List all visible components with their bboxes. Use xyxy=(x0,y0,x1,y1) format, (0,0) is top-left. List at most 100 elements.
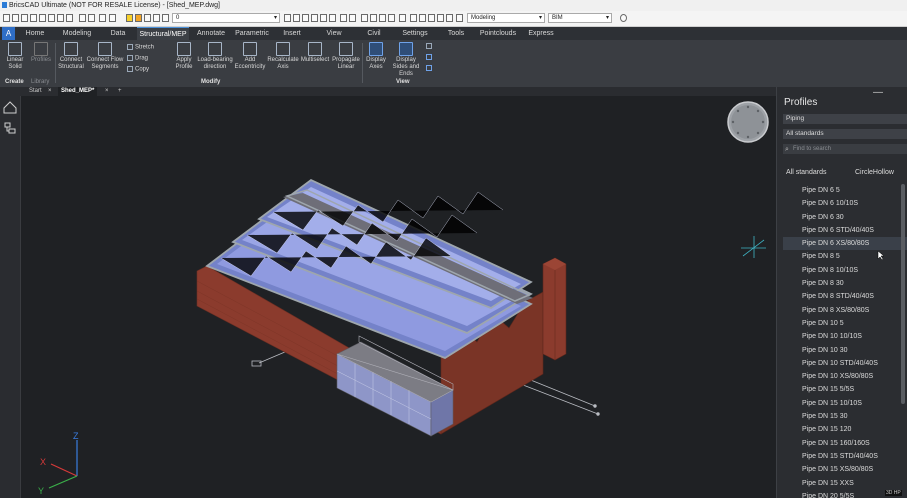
application-menu-button[interactable]: A xyxy=(2,27,15,40)
layer-print-icon[interactable] xyxy=(162,14,169,22)
open-icon[interactable] xyxy=(12,14,19,22)
undo-icon[interactable] xyxy=(99,14,106,22)
profile-list-item[interactable]: Pipe DN 8 5 xyxy=(783,250,907,263)
add-eccentricity-button[interactable]: Add Eccentricity xyxy=(234,42,266,71)
profile-list-item[interactable]: Pipe DN 15 XXS xyxy=(783,477,907,490)
tab-modeling[interactable]: Modeling xyxy=(57,27,97,40)
tab-insert[interactable]: Insert xyxy=(278,27,306,40)
layer-match-icon[interactable] xyxy=(293,14,300,22)
profile-list-item[interactable]: Pipe DN 15 120 xyxy=(783,423,907,436)
save-icon[interactable] xyxy=(21,14,28,22)
snap-icon[interactable] xyxy=(284,14,291,22)
profile-list-item[interactable]: Pipe DN 10 STD/40/40S xyxy=(783,357,907,370)
save-as-icon[interactable] xyxy=(30,14,37,22)
tab-structural-mep[interactable]: Structural/MEP xyxy=(137,27,189,40)
tab-civil[interactable]: Civil xyxy=(362,27,386,40)
doc-tab-shed-mep[interactable]: Shed_MEP* xyxy=(58,87,98,96)
layer-walk-icon[interactable] xyxy=(329,14,336,22)
layer-color-icon[interactable] xyxy=(153,14,160,22)
profile-list-item[interactable]: Pipe DN 8 10/10S xyxy=(783,264,907,277)
apply-profile-button[interactable]: Apply Profile xyxy=(172,42,196,71)
profile-list-item[interactable]: Pipe DN 10 5 xyxy=(783,317,907,330)
layer-isolate-icon[interactable] xyxy=(311,14,318,22)
print-icon[interactable] xyxy=(39,14,46,22)
profile-list-item[interactable]: Pipe DN 10 XS/80/80S xyxy=(783,370,907,383)
print-preview-icon[interactable] xyxy=(48,14,55,22)
layer-freeze-icon[interactable] xyxy=(349,14,356,22)
profile-list-item[interactable]: Pipe DN 6 XS/80/80S xyxy=(783,237,907,251)
close-icon[interactable]: × xyxy=(102,87,112,96)
puzzle-icon[interactable] xyxy=(428,14,435,22)
edit-icon[interactable] xyxy=(419,14,426,22)
connect-structural-button[interactable]: Connect Structural xyxy=(57,42,85,71)
layer-unisolate-icon[interactable] xyxy=(320,14,327,22)
tab-pointclouds[interactable]: Pointclouds xyxy=(477,27,519,40)
hidden-icon[interactable] xyxy=(370,14,377,22)
profile-list-item[interactable]: Pipe DN 6 STD/40/40S xyxy=(783,224,907,237)
profile-list-item[interactable]: Pipe DN 6 30 xyxy=(783,211,907,224)
profile-list-item[interactable]: Pipe DN 8 XS/80/80S xyxy=(783,304,907,317)
tab-all-standards[interactable]: All standards xyxy=(786,169,826,176)
bulb-icon[interactable] xyxy=(126,14,133,22)
window-icon[interactable] xyxy=(456,14,463,22)
redo-icon[interactable] xyxy=(109,14,116,22)
sun-icon[interactable] xyxy=(135,14,142,22)
profile-list-item[interactable]: Pipe DN 10 30 xyxy=(783,344,907,357)
view-small-3[interactable] xyxy=(426,65,434,73)
profiles-button[interactable]: Profiles xyxy=(30,42,52,64)
cut-icon[interactable] xyxy=(79,14,86,22)
layer-combo[interactable]: 0 ▾ xyxy=(172,13,280,23)
copy-button[interactable]: Copy xyxy=(127,66,149,74)
view-small-2[interactable] xyxy=(426,54,434,62)
model-viewport[interactable]: Z X Y xyxy=(21,96,775,498)
standard-select[interactable]: All standards xyxy=(783,129,907,139)
display-axes-button[interactable]: Display Axes xyxy=(364,42,388,71)
lock-icon[interactable] xyxy=(144,14,151,22)
propagate-linear-button[interactable]: Propagate Linear xyxy=(331,42,361,71)
workspace-combo[interactable]: Modeling ▾ xyxy=(467,13,545,23)
profile-list-item[interactable]: Pipe DN 6 5 xyxy=(783,184,907,197)
view-small-1[interactable] xyxy=(426,43,434,51)
tab-view[interactable]: View xyxy=(321,27,347,40)
gear-icon[interactable] xyxy=(437,14,444,22)
publish-icon[interactable] xyxy=(57,14,64,22)
render-icon[interactable] xyxy=(361,14,368,22)
help-icon[interactable] xyxy=(620,14,627,22)
profile-list-item[interactable]: Pipe DN 10 10/10S xyxy=(783,330,907,343)
viewcube-icon[interactable] xyxy=(727,101,769,143)
profile-list-item[interactable]: Pipe DN 15 30 xyxy=(783,410,907,423)
tab-express-tools[interactable]: Express Tools xyxy=(520,27,562,50)
properties-icon[interactable] xyxy=(66,14,73,22)
connect-flow-segments-button[interactable]: Connect Flow Segments xyxy=(86,42,124,71)
mode-combo[interactable]: BIM ▾ xyxy=(548,13,612,23)
drag-button[interactable]: Drag xyxy=(127,55,148,63)
doc-tab-start[interactable]: Start xyxy=(26,87,45,96)
shed-building[interactable] xyxy=(196,178,567,437)
linear-solid-button[interactable]: Linear Solid xyxy=(3,42,27,71)
tab-tools[interactable]: Tools xyxy=(442,27,470,40)
tab-data[interactable]: Data xyxy=(104,27,132,40)
copy-clip-icon[interactable] xyxy=(88,14,95,22)
recalculate-axis-button[interactable]: Recalculate Axis xyxy=(267,42,299,71)
shaded-icon[interactable] xyxy=(379,14,386,22)
stretch-button[interactable]: Stretch xyxy=(127,44,154,52)
profile-list-scrollbar[interactable] xyxy=(901,184,905,404)
tab-parametric[interactable]: Parametric xyxy=(232,27,272,40)
multiselect-button[interactable]: Multiselect xyxy=(300,42,330,64)
new-tab-icon[interactable]: + xyxy=(115,87,125,96)
realistic-icon[interactable] xyxy=(388,14,395,22)
load-bearing-direction-button[interactable]: Load-bearing direction xyxy=(197,42,233,71)
home-view-icon[interactable] xyxy=(3,101,17,114)
search-input[interactable]: ⌕ Find to search xyxy=(783,144,907,154)
structure-tree-icon[interactable] xyxy=(4,122,16,134)
new-icon[interactable] xyxy=(3,14,10,22)
profile-list-item[interactable]: Pipe DN 8 30 xyxy=(783,277,907,290)
close-icon[interactable]: × xyxy=(45,87,55,96)
category-select[interactable]: Piping xyxy=(783,114,907,124)
display-sides-ends-button[interactable]: Display Sides and Ends xyxy=(389,42,423,78)
profile-list-item[interactable]: Pipe DN 15 10/10S xyxy=(783,397,907,410)
tab-home[interactable]: Home xyxy=(20,27,50,40)
tab-circlehollow[interactable]: CircleHollow xyxy=(855,169,894,176)
profile-list-item[interactable]: Pipe DN 15 XS/80/80S xyxy=(783,463,907,476)
settings-icon[interactable] xyxy=(399,14,406,22)
